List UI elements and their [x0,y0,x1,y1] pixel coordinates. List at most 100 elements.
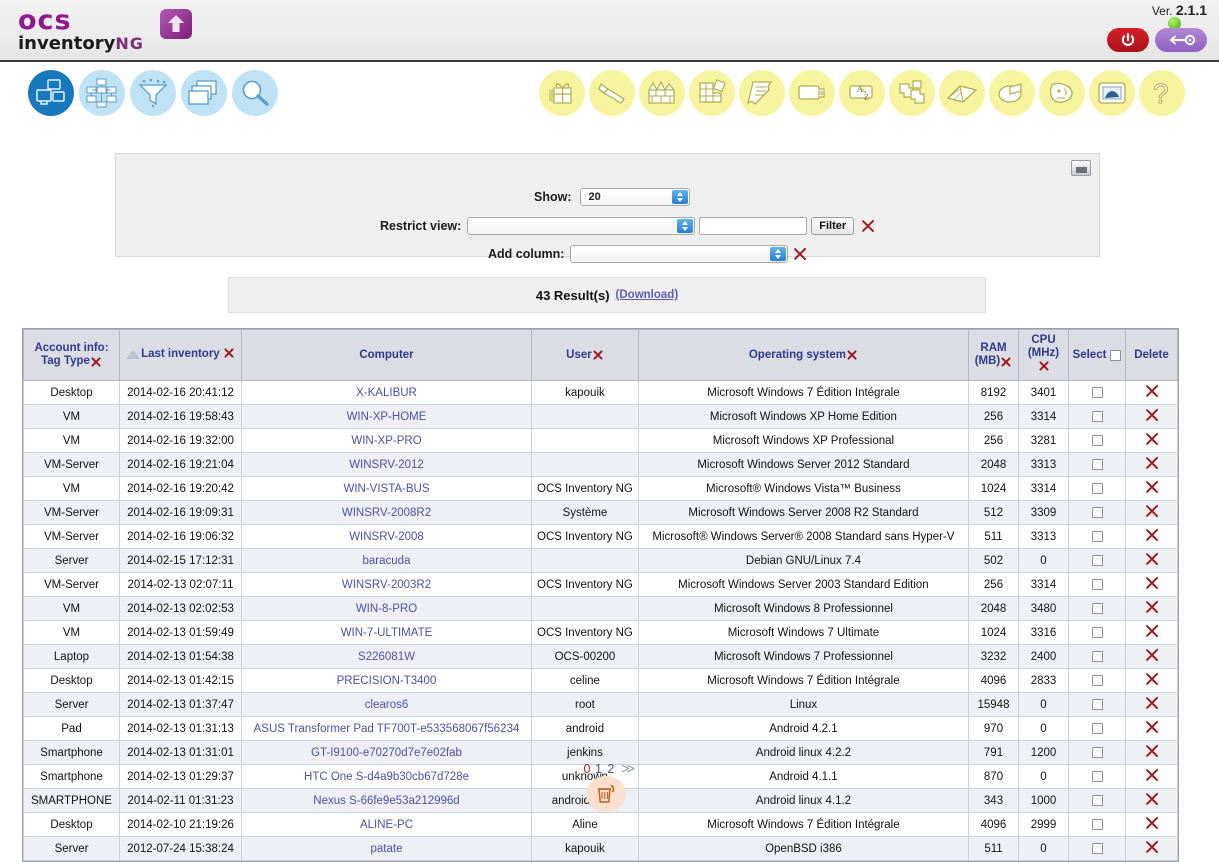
delete-row-icon[interactable] [1144,455,1160,471]
delete-row-icon[interactable] [1144,599,1160,615]
question-mark-icon[interactable]: ? [1139,70,1185,116]
clear-add-column-icon[interactable] [792,246,808,262]
computer-link[interactable]: Nexus S-66fe9e53a212996d [313,795,459,807]
blocks-grid-icon[interactable] [689,70,735,116]
row-select-checkbox[interactable] [1091,842,1103,854]
select-all-checkbox[interactable] [1110,349,1122,361]
row-select-checkbox[interactable] [1091,458,1103,470]
row-select-checkbox[interactable] [1091,698,1103,710]
delete-row-icon[interactable] [1144,479,1160,495]
remove-column-icon[interactable] [1038,360,1050,372]
row-select-checkbox[interactable] [1091,746,1103,758]
delete-row-icon[interactable] [1144,647,1160,663]
delete-row-icon[interactable] [1144,671,1160,687]
computer-link[interactable]: GT-I9100-e70270d7e7e02fab [311,747,462,759]
clear-restrict-view-icon[interactable] [860,218,876,234]
computer-link[interactable]: X-KALIBUR [356,387,417,399]
header-operating-system[interactable]: Operating system [637,329,970,381]
puzzle-pieces-icon[interactable] [889,70,935,116]
header-user[interactable]: User [531,329,639,381]
row-select-checkbox[interactable] [1091,386,1103,398]
wrench-tool-icon[interactable] [589,70,635,116]
logout-power-button[interactable] [1107,28,1149,52]
delete-row-icon[interactable] [1144,551,1160,567]
computer-link[interactable]: WIN-XP-HOME [347,411,427,423]
remove-column-icon[interactable] [846,349,858,361]
delete-row-icon[interactable] [1144,431,1160,447]
row-select-checkbox[interactable] [1091,722,1103,734]
computer-link[interactable]: WIN-7-ULTIMATE [341,627,433,639]
delete-row-icon[interactable] [1144,383,1160,399]
header-select[interactable]: Select [1068,329,1126,381]
row-select-checkbox[interactable] [1091,434,1103,446]
computer-link[interactable]: patate [371,843,403,855]
row-select-checkbox[interactable] [1091,530,1103,542]
row-select-checkbox[interactable] [1091,602,1103,614]
computer-link[interactable]: clearos6 [365,699,408,711]
delete-row-icon[interactable] [1144,815,1160,831]
pagination-page-1[interactable]: 1 [595,762,602,776]
tree-view-icon[interactable] [79,70,125,116]
computer-link[interactable]: PRECISION-T3400 [337,675,437,687]
face-profile-icon[interactable] [1039,70,1085,116]
computer-link[interactable]: WINSRV-2008R2 [342,507,431,519]
computer-link[interactable]: WIN-VISTA-BUS [343,483,429,495]
pagination-next-icon[interactable]: ≫ [621,760,636,776]
download-link[interactable]: (Download) [616,289,679,301]
remove-column-icon[interactable] [223,347,235,359]
row-select-checkbox[interactable] [1091,410,1103,422]
row-select-checkbox[interactable] [1091,626,1103,638]
computers-icon[interactable] [28,70,74,116]
remove-column-icon[interactable] [1000,356,1012,368]
computer-link[interactable]: WIN-XP-PRO [351,435,421,447]
header-last-inventory[interactable]: Last inventory [119,329,242,381]
computer-link[interactable]: WINSRV-2012 [349,459,424,471]
delete-row-icon[interactable] [1144,623,1160,639]
picture-frame-icon[interactable] [1089,70,1135,116]
magnifier-search-icon[interactable] [232,70,278,116]
a-to-z-icon[interactable]: A Z [839,70,885,116]
minimize-panel-button[interactable] [1071,160,1091,176]
credentials-key-button[interactable] [1155,28,1207,52]
row-select-checkbox[interactable] [1091,482,1103,494]
computer-link[interactable]: S226081W [358,651,415,663]
delete-row-icon[interactable] [1144,575,1160,591]
filter-button[interactable]: Filter [811,217,855,235]
row-select-checkbox[interactable] [1091,554,1103,566]
delete-row-icon[interactable] [1144,407,1160,423]
printer-icon[interactable] [789,70,835,116]
row-select-checkbox[interactable] [1091,578,1103,590]
delete-row-icon[interactable] [1144,695,1160,711]
delete-selected-trash-button[interactable] [586,776,626,812]
computer-link[interactable]: WINSRV-2008 [349,531,424,543]
row-select-checkbox[interactable] [1091,794,1103,806]
row-select-checkbox[interactable] [1091,506,1103,518]
gift-package-icon[interactable] [539,70,585,116]
funnel-filter-icon[interactable] [130,70,176,116]
header-computer[interactable]: Computer [241,329,532,381]
restrict-view-input[interactable] [699,217,808,235]
show-count-select[interactable]: 20 [579,188,690,206]
scroll-document-icon[interactable] [739,70,785,116]
firewall-chart-icon[interactable] [639,70,685,116]
computer-link[interactable]: baracuda [363,555,411,567]
computer-link[interactable]: WINSRV-2003R2 [342,579,431,591]
open-book-icon[interactable] [939,70,985,116]
delete-row-icon[interactable] [1144,719,1160,735]
computer-link[interactable]: ASUS Transformer Pad TF700T-e533568067f5… [254,723,520,735]
row-select-checkbox[interactable] [1091,650,1103,662]
delete-row-icon[interactable] [1144,839,1160,855]
restrict-view-select[interactable] [467,217,696,235]
remove-column-icon[interactable] [592,349,604,361]
header-tag-type[interactable]: Account info: Tag Type [23,329,120,381]
add-column-select[interactable] [570,245,789,263]
pie-chart-icon[interactable] [989,70,1035,116]
header-ram[interactable]: RAM (MB) [968,329,1019,381]
remove-column-icon[interactable] [90,356,102,368]
ocs-inventory-logo[interactable]: ocs inventoryNG [18,7,218,56]
delete-row-icon[interactable] [1144,527,1160,543]
windows-group-icon[interactable] [181,70,227,116]
row-select-checkbox[interactable] [1091,818,1103,830]
computer-link[interactable]: ALINE-PC [360,819,413,831]
delete-row-icon[interactable] [1144,503,1160,519]
